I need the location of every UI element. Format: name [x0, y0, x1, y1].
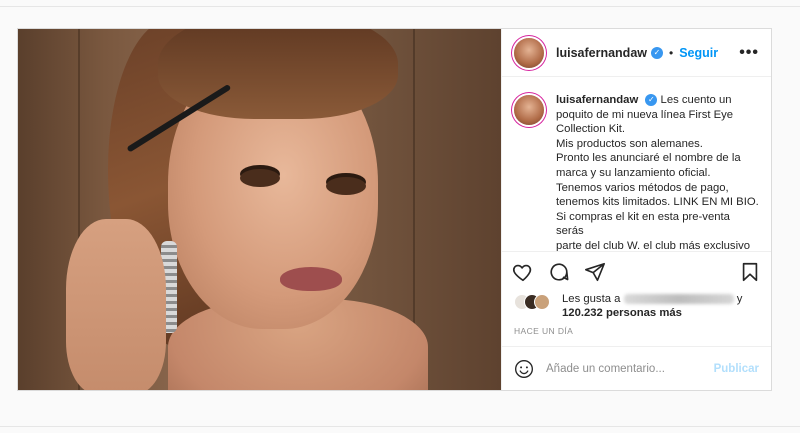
comment-form: Publicar — [502, 346, 771, 390]
paper-plane-icon[interactable] — [584, 261, 606, 283]
verified-badge-icon: ✓ — [651, 46, 663, 59]
username-link[interactable]: luisafernandaw — [556, 46, 647, 60]
post-header: luisafernandaw ✓ • Seguir ••• — [502, 29, 771, 77]
instagram-post: luisafernandaw ✓ • Seguir ••• luisaferna… — [17, 28, 772, 391]
caption-line: tenemos kits limitados. LINK EN MI BIO. — [556, 196, 759, 209]
photo-lips — [280, 267, 342, 291]
post-photo[interactable] — [18, 29, 501, 390]
caption-line: Collection Kit. — [556, 123, 626, 136]
caption-line: Pronto les anunciaré el nombre de la — [556, 152, 741, 165]
likes-count[interactable]: 120.232 personas más — [562, 307, 682, 319]
likes-row: Les gusta a y 120.232 personas más — [502, 292, 771, 326]
verified-badge-icon: ✓ — [645, 94, 658, 107]
heart-icon[interactable] — [512, 261, 534, 283]
bottom-divider — [0, 426, 800, 427]
caption-username[interactable]: luisafernandaw — [556, 94, 638, 106]
caption-line: parte del club W. el club más exclusivo — [556, 239, 751, 251]
post-sidebar: luisafernandaw ✓ • Seguir ••• luisaferna… — [501, 29, 771, 390]
action-bar — [502, 252, 771, 292]
caption-line: Mis productos son alemanes. — [556, 137, 703, 150]
follow-button[interactable]: Seguir — [679, 46, 718, 60]
caption-line: marca y su lanzamiento oficial. — [556, 166, 711, 179]
caption-line: Tenemos varios métodos de pago, — [556, 181, 729, 194]
caption-avatar[interactable] — [514, 95, 544, 125]
comment-input[interactable] — [546, 362, 714, 375]
avatar[interactable] — [514, 37, 544, 68]
likes-text: Les gusta a y 120.232 personas más — [562, 292, 742, 320]
photo-eye-left — [240, 169, 280, 187]
comment-bubble-icon[interactable] — [548, 261, 570, 283]
caption-text: luisafernandaw ✓ Les cuento un poquito d… — [556, 93, 759, 251]
caption-area: luisafernandaw ✓ Les cuento un poquito d… — [502, 77, 771, 251]
blurred-username — [623, 294, 734, 305]
likes-prefix: Les gusta a — [562, 293, 621, 305]
post-timestamp[interactable]: HACE UN DÍA — [502, 326, 771, 346]
photo-eye-right — [326, 177, 366, 195]
caption-line: poquito de mi nueva línea First Eye — [556, 108, 734, 121]
likes-suffix: y — [736, 293, 743, 305]
publish-button[interactable]: Publicar — [714, 363, 759, 375]
more-options-icon[interactable]: ••• — [739, 44, 759, 62]
smiley-icon[interactable] — [514, 359, 534, 379]
top-divider — [0, 6, 800, 7]
liker-avatar — [534, 294, 550, 310]
bookmark-icon[interactable] — [739, 261, 761, 283]
caption-line: Si compras el kit en esta pre-venta será… — [556, 210, 730, 238]
photo-hand — [66, 219, 166, 390]
caption-line: Les cuento un — [660, 94, 732, 106]
liker-avatars — [514, 294, 554, 310]
action-section: Les gusta a y 120.232 personas más HACE … — [502, 251, 771, 346]
separator-dot: • — [669, 45, 674, 60]
